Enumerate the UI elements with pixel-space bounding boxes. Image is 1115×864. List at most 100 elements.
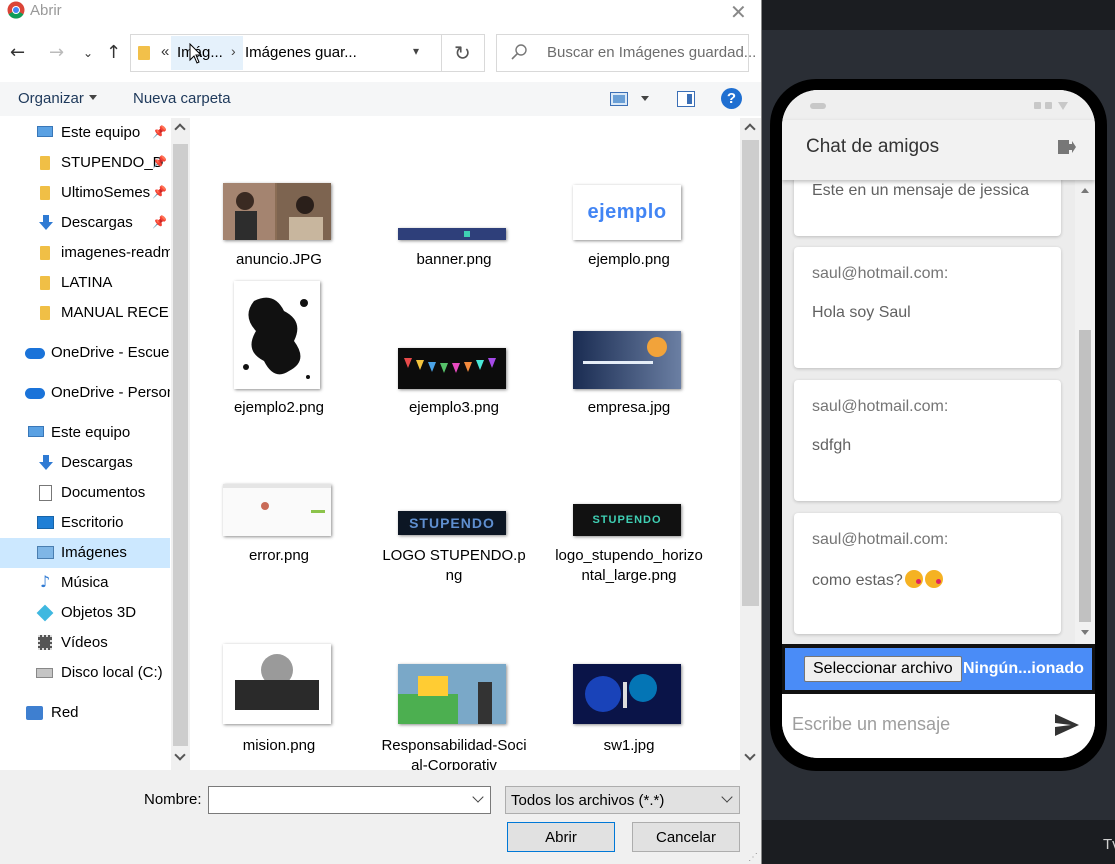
file-item[interactable]: Responsabilidad-Social-Corporativ <box>379 634 529 770</box>
back-arrow-icon[interactable]: ← <box>10 42 25 63</box>
pin-icon: 📌 <box>152 125 167 139</box>
nav-item-manual-recep[interactable]: MANUAL RECEP <box>0 298 170 328</box>
nav-item-videos[interactable]: Vídeos <box>0 628 170 658</box>
file-name: anuncio.JPG <box>236 251 322 268</box>
message-sender: saul@hotmail.com: <box>812 265 949 282</box>
file-item[interactable]: error.png <box>204 474 354 614</box>
pc-icon <box>37 126 53 137</box>
caret-down-icon[interactable] <box>641 96 649 101</box>
up-arrow-icon[interactable]: ↑ <box>106 42 121 63</box>
scroll-up-icon[interactable] <box>1081 188 1089 193</box>
nav-item-disco-local[interactable]: Disco local (C:) <box>0 658 170 688</box>
notch-pill-icon <box>810 103 826 109</box>
scroll-down-icon[interactable] <box>174 749 186 761</box>
nav-item-onedrive-personal[interactable]: OneDrive - Personal <box>0 378 170 408</box>
scroll-down-icon[interactable] <box>1081 630 1089 635</box>
file-item[interactable]: ejemplo2.png <box>204 276 354 416</box>
file-thumbnail <box>204 634 354 750</box>
resize-grip-icon[interactable]: ⋰ <box>748 852 758 863</box>
filename-combobox[interactable] <box>208 786 491 814</box>
file-name: empresa.jpg <box>587 399 671 416</box>
scrollbar-thumb[interactable] <box>742 140 759 606</box>
nav-item-label: Este equipo <box>51 424 131 441</box>
forward-arrow-icon[interactable]: → <box>49 42 64 63</box>
message-text: sdfgh <box>812 437 852 454</box>
search-box[interactable]: Buscar en Imágenes guardad... <box>496 34 756 72</box>
nav-item-ultimosemes[interactable]: UltimoSemes 📌 <box>0 178 170 208</box>
message-list[interactable]: Este en un mensaje de jessica saul@hotma… <box>782 180 1095 644</box>
desktop-icon <box>37 516 54 529</box>
file-item[interactable]: sw1.jpg <box>554 634 704 770</box>
nav-item-escritorio[interactable]: Escritorio <box>0 508 170 538</box>
refresh-button[interactable]: ↻ <box>441 35 485 71</box>
file-item[interactable]: empresa.jpg <box>554 276 704 416</box>
image-thumbnail-icon <box>223 644 331 724</box>
nav-item-red[interactable]: Red <box>0 698 170 728</box>
scroll-down-icon[interactable] <box>744 749 756 761</box>
message-card: saul@hotmail.com: sdfgh <box>794 380 1061 501</box>
select-file-button[interactable]: Seleccionar archivo <box>804 656 962 682</box>
breadcrumb-segment[interactable]: Imágenes guar... <box>245 44 357 61</box>
nav-item-descargas[interactable]: Descargas <box>0 448 170 478</box>
recent-locations-icon[interactable]: ⌄ <box>83 46 93 60</box>
file-item[interactable]: STUPENDO logo_stupendo_horizontal_large.… <box>554 474 704 614</box>
dialog-title: Abrir <box>30 2 62 19</box>
chevron-down-icon[interactable] <box>472 791 484 803</box>
file-type-select[interactable]: Todos los archivos (*.*) <box>505 786 740 814</box>
breadcrumb-separator[interactable]: › <box>231 43 236 59</box>
scrollbar-thumb[interactable] <box>1079 330 1091 622</box>
app-bottom-bar <box>762 820 1115 864</box>
nav-item-label: imagenes-readm <box>61 244 170 261</box>
nav-item-musica[interactable]: ♪ Música <box>0 568 170 598</box>
file-name: Responsabilidad-Social-Corporativ <box>381 737 527 770</box>
dialog-footer: Nombre: Todos los archivos (*.*) Abrir C… <box>0 770 761 864</box>
nav-item-latina[interactable]: LATINA <box>0 268 170 298</box>
help-icon[interactable]: ? <box>721 88 742 109</box>
preview-pane-icon[interactable] <box>677 91 695 107</box>
nav-item-este-equipo-tree[interactable]: Este equipo <box>0 418 170 448</box>
open-file-dialog: Abrir ✕ ← → ⌄ ↑ « Imág... › Imágenes gua… <box>0 0 762 864</box>
cancel-button[interactable]: Cancelar <box>632 822 740 852</box>
pin-icon: 📌 <box>152 185 167 199</box>
file-item[interactable]: mision.png <box>204 634 354 770</box>
nav-scrollbar[interactable] <box>171 118 190 770</box>
battery-icon <box>1058 102 1068 110</box>
nav-item-imagenes[interactable]: Imágenes <box>0 538 170 568</box>
chevron-down-icon <box>721 791 733 803</box>
send-icon[interactable] <box>1055 714 1079 736</box>
address-bar[interactable]: « Imág... › Imágenes guar... ▾ ↻ <box>130 34 485 72</box>
filename-input[interactable] <box>212 791 467 808</box>
nav-item-este-equipo[interactable]: Este equipo 📌 <box>0 118 170 148</box>
chevron-down-icon[interactable]: ▾ <box>413 44 419 58</box>
nav-item-onedrive-escuela[interactable]: OneDrive - Escuela <box>0 338 170 368</box>
file-item[interactable]: STUPENDO LOGO STUPENDO.png <box>379 474 529 614</box>
new-folder-button[interactable]: Nueva carpeta <box>133 90 231 107</box>
message-card: Este en un mensaje de jessica <box>794 180 1061 236</box>
nav-item-label: OneDrive - Escuela <box>51 344 170 361</box>
chat-header: Chat de amigos <box>782 120 1095 180</box>
scroll-up-icon[interactable] <box>744 123 756 135</box>
nav-item-imagenes-readme[interactable]: imagenes-readm <box>0 238 170 268</box>
file-item[interactable]: ejemplo3.png <box>379 276 529 416</box>
view-options-icon[interactable] <box>610 92 628 106</box>
open-button[interactable]: Abrir <box>507 822 615 852</box>
nav-item-stupendo[interactable]: STUPENDO_D 📌 <box>0 148 170 178</box>
organize-menu[interactable]: Organizar <box>18 90 97 107</box>
message-input[interactable] <box>792 714 1042 735</box>
image-thumbnail-icon <box>234 281 320 389</box>
scrollbar-thumb[interactable] <box>173 144 188 746</box>
search-icon <box>511 44 527 60</box>
logout-icon[interactable] <box>1058 139 1076 155</box>
address-overflow[interactable]: « <box>161 43 169 60</box>
message-scrollbar[interactable] <box>1075 180 1095 644</box>
file-name: error.png <box>248 547 310 564</box>
file-view-scrollbar[interactable] <box>740 118 761 770</box>
mouse-cursor-icon <box>189 43 203 64</box>
nav-item-descargas-quick[interactable]: Descargas 📌 <box>0 208 170 238</box>
nav-item-objetos-3d[interactable]: Objetos 3D <box>0 598 170 628</box>
nav-item-label: Imágenes <box>61 544 127 561</box>
nav-item-documentos[interactable]: Documentos <box>0 478 170 508</box>
download-icon <box>39 455 53 470</box>
close-icon[interactable]: ✕ <box>730 0 747 24</box>
scroll-up-icon[interactable] <box>174 123 186 135</box>
